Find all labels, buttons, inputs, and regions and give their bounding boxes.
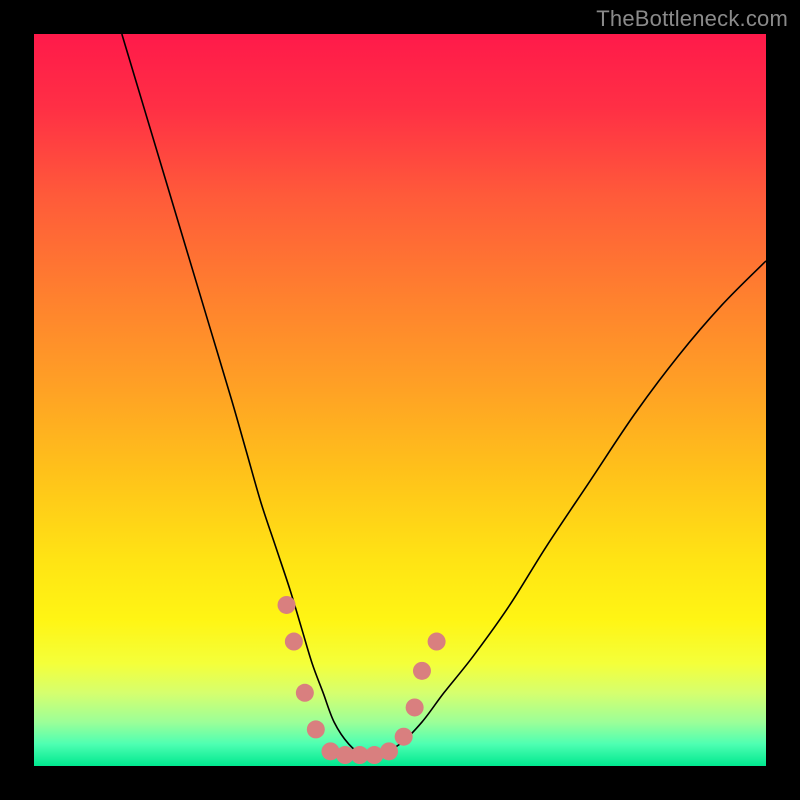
marker-dot: [307, 720, 325, 738]
watermark-text: TheBottleneck.com: [596, 6, 788, 32]
marker-dot: [296, 684, 314, 702]
marker-dot: [278, 596, 296, 614]
highlight-markers: [278, 596, 446, 764]
marker-dot: [428, 633, 446, 651]
bottleneck-curve: [122, 34, 766, 756]
plot-area: [34, 34, 766, 766]
marker-dot: [395, 728, 413, 746]
marker-dot: [413, 662, 431, 680]
marker-dot: [285, 633, 303, 651]
marker-dot: [406, 698, 424, 716]
chart-svg: [34, 34, 766, 766]
outer-frame: TheBottleneck.com: [0, 0, 800, 800]
marker-dot: [380, 742, 398, 760]
